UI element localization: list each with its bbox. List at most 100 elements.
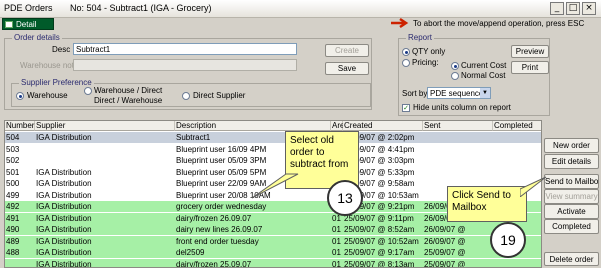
preview-button[interactable]: Preview [511,45,549,58]
sort-select[interactable]: PDE sequence ▼ [427,87,491,99]
column-header-description[interactable]: Description [175,121,331,131]
radio-warehouse-direct-label: Warehouse / Direct [94,86,163,95]
cell-completed [494,144,541,155]
cell-supplier: IGA Distribution [36,202,92,211]
radio-direct-warehouse-label: Direct / Warehouse [94,96,163,105]
cell-completed [494,259,541,268]
hide-units-label: Hide units column on report [413,103,511,112]
column-header-supplier[interactable]: Supplier [35,121,175,131]
table-row[interactable]: 490 IGA Distribution dairy new lines 26.09… [5,224,541,235]
cell-number: 504 [6,133,20,142]
current-cost-label: Current Cost [461,61,507,70]
column-header-area[interactable]: Area [331,121,349,131]
cell-supplier [36,155,175,166]
radio-qty-only[interactable] [402,48,410,56]
cell-supplier: IGA Distribution [36,179,92,188]
order-details-group: Order details Desc Subtract1 Warehouse n… [4,33,372,110]
desc-field[interactable]: Subtract1 [73,43,297,55]
table-row[interactable]: IGA Distribution dairy/frozen 25.09.07 01 2… [5,258,541,268]
cell-description: dairy/frozen 26.09.07 [176,213,252,223]
chevron-down-icon: ▼ [480,88,490,98]
minimize-button[interactable]: _ [550,2,564,15]
table-row[interactable]: 502 Blueprint user 05/09 3PM 29/09/07 @ 3:… [5,155,541,166]
warehouse-note-label: Warehouse note [20,61,79,70]
cell-number: 490 [6,225,20,234]
table-row[interactable]: 489 IGA Distribution front end order tuesd… [5,235,541,247]
sort-select-value: PDE sequence [430,89,484,98]
cell-created: 25/09/07 @ 9:11pm [344,213,414,223]
save-button[interactable]: Save [325,62,369,75]
normal-cost-label: Normal Cost [461,71,506,80]
activate-button[interactable]: Activate [544,204,599,219]
pricing-label: Pricing: [412,58,439,67]
tab-detail[interactable]: Detail [2,18,54,30]
sort-label: Sort by [402,89,428,98]
step-badge-19: 19 [490,222,526,258]
cell-description: dairy new lines 26.09.07 [176,225,263,234]
table-row[interactable]: 504 IGA Distribution Subtract1 29/09/07 @ 2… [5,132,541,143]
table-row[interactable]: 488 IGA Distribution del2509 01 25/09/07 @ 9… [5,247,541,258]
radio-warehouse-label: Warehouse [27,91,68,100]
radio-direct-supplier[interactable] [182,92,190,100]
cell-number: 492 [6,202,20,211]
cell-completed [494,132,541,143]
radio-normal-cost[interactable] [451,72,459,80]
hide-units-checkbox[interactable]: ✓ [402,104,410,112]
cell-number: 502 [6,156,20,165]
cell-number [6,259,35,268]
window-title: PDE Orders [4,3,53,13]
column-header-completed[interactable]: Completed [493,121,541,131]
cell-number: 489 [6,236,20,246]
cell-completed [494,155,541,166]
callout-send-to-mailbox: Click Send to Mailbox [447,186,527,222]
cell-description: del2509 [176,248,205,257]
radio-pricing[interactable] [402,59,410,67]
cell-created: 25/09/07 @ 10:52am [344,236,419,246]
cell-supplier: IGA Distribution [36,190,92,200]
column-header-created[interactable]: Created [343,121,423,131]
edit-details-button[interactable]: Edit details [544,154,599,169]
radio-warehouse-direct[interactable] [84,87,92,95]
table-row[interactable]: 503 Blueprint user 16/09 4PM 29/09/07 @ 4:… [5,144,541,155]
cell-created: 25/09/07 @ 9:17am [344,248,415,257]
cell-number: 499 [6,190,20,200]
cell-sent [424,144,493,155]
radio-current-cost[interactable] [451,62,459,70]
supplier-preference-group: Supplier Preference Warehouse Warehouse … [11,78,371,107]
cell-sent: 25/09/07 @ [424,259,466,268]
cell-sent: 26/09/07 @ [424,225,466,234]
delete-order-button[interactable]: Delete order [544,252,599,266]
create-button[interactable]: Create [325,44,369,57]
cell-sent: 25/09/07 @ [424,248,466,257]
red-arrow-icon [391,17,409,29]
report-legend: Report [406,33,435,42]
cell-created: 25/09/07 @ 8:13am [344,259,415,268]
desc-label: Desc [52,45,71,54]
send-to-mailbox-button[interactable]: Send to Mailbox [544,174,599,189]
cell-description: grocery order wednesday [176,202,267,211]
radio-direct-supplier-label: Direct Supplier [193,91,246,100]
cell-number: 500 [6,179,20,188]
radio-warehouse[interactable] [16,92,24,100]
cell-description: dairy/frozen 25.09.07 [176,259,252,268]
column-header-number[interactable]: Number [5,121,35,131]
completed-button[interactable]: Completed [544,219,599,234]
maximize-button[interactable]: □ [566,2,580,15]
cell-supplier: IGA Distribution [36,236,92,246]
warehouse-note-field[interactable] [73,59,297,71]
cell-number: 488 [6,248,20,257]
qty-only-label: QTY only [412,47,446,56]
print-button[interactable]: Print [511,61,549,74]
cell-sent: 26/09/07 @ [424,236,466,246]
view-summary-button[interactable]: View summary [544,189,599,204]
supplier-preference-legend: Supplier Preference [19,78,94,87]
cell-created: 25/09/07 @ 8:52am [344,225,415,234]
close-button[interactable]: × [582,2,596,15]
column-header-sent[interactable]: Sent [423,121,493,131]
cell-sent [424,167,493,178]
cell-sent [424,155,493,166]
new-order-button[interactable]: New order [544,138,599,153]
document-icon [5,21,13,28]
cell-number: 503 [6,144,20,154]
cell-area: 01 [332,259,341,268]
